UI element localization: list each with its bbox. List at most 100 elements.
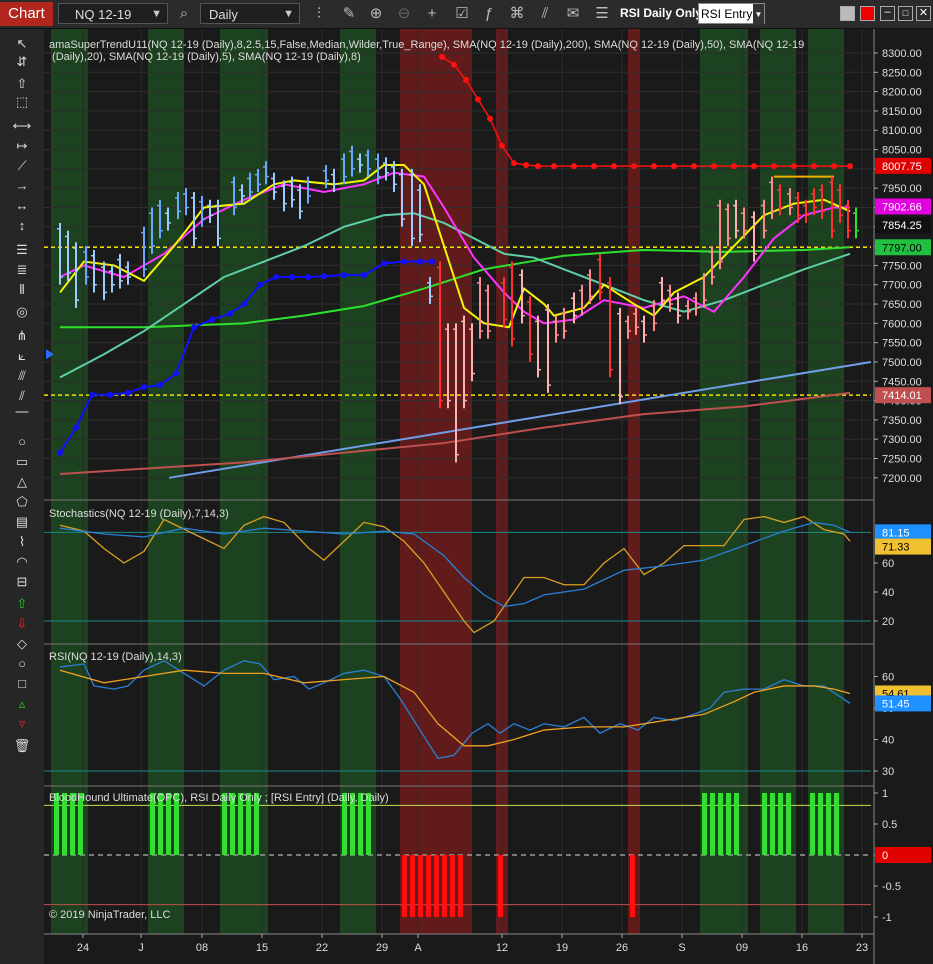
properties-icon[interactable]: ☑ — [450, 3, 474, 24]
template-icon[interactable]: ✉ — [561, 3, 585, 24]
bh-short-bar — [410, 855, 415, 917]
time-tick-label: 23 — [856, 942, 868, 954]
dot-icon[interactable]: ○ — [12, 655, 32, 673]
bh-long-bar — [778, 793, 783, 855]
fib-time-icon[interactable]: ⦀ — [12, 281, 32, 299]
maximize-icon[interactable]: □ — [898, 6, 913, 21]
square-icon[interactable]: □ — [12, 675, 32, 693]
risk-reward-icon[interactable]: ▤ — [12, 513, 32, 531]
price-tick-label: 8300.00 — [882, 48, 922, 60]
ray-icon[interactable]: ↦ — [12, 137, 32, 155]
bh-short-bar — [442, 855, 447, 917]
price-badge-text: 7854.25 — [882, 220, 922, 232]
triangle-up-icon[interactable]: ▵ — [12, 695, 32, 713]
time-tick-label: S — [678, 942, 685, 954]
chevron-down-icon[interactable]: ▼ — [151, 4, 162, 25]
bh-tick-label: 1 — [882, 788, 888, 800]
ellipse-icon[interactable]: ○ — [12, 433, 32, 451]
trend-line-icon[interactable]: ⟋ — [12, 157, 32, 175]
window-red-icon[interactable] — [860, 6, 875, 21]
zoom-in-icon[interactable]: ⊕ — [364, 3, 388, 24]
analyzer-icon[interactable]: ⫽ — [533, 3, 557, 24]
price-badge-text: 7414.01 — [882, 390, 922, 402]
triangle-icon[interactable]: △ — [12, 473, 32, 491]
time-tick-label: 12 — [496, 942, 508, 954]
minimize-icon[interactable]: – — [880, 6, 895, 21]
chevron-down-icon[interactable]: ▼ — [283, 4, 294, 25]
stoch-badge-text: 71.33 — [882, 542, 910, 554]
select-icon[interactable]: ⇧ — [12, 75, 32, 93]
fib-retracement-icon[interactable]: ☰ — [12, 241, 32, 259]
drawing-tools-sidebar: ↖ ⇵ ⇧ ⬚ ⟷ ↦ ⟋ → ↔ ↕ ☰ ≣ ⦀ ◎ ⋔ ⟀ ⫻ ⫽ ⎺ ○ … — [0, 29, 44, 964]
window-grey-icon[interactable] — [840, 6, 855, 21]
strategy-selector[interactable]: RSI Entry ▼ — [698, 3, 765, 25]
price-tick-label: 7700.00 — [882, 280, 922, 292]
andrews-pitchfork-icon[interactable]: ⋔ — [12, 327, 32, 345]
instrument-value: NQ 12-19 — [75, 7, 132, 22]
polygon-icon[interactable]: ⬠ — [12, 493, 32, 511]
time-tick-label: J — [138, 942, 144, 954]
bar-type-icon[interactable]: ⫶ — [307, 3, 331, 24]
time-tick-label: 19 — [556, 942, 568, 954]
list-icon[interactable]: ☰ — [590, 3, 614, 24]
time-tick-label: 16 — [796, 942, 808, 954]
bh-long-bar — [786, 793, 791, 855]
crosshair-icon[interactable]: + — [420, 3, 444, 24]
rsi-panel-title: RSI(NQ 12-19 (Daily),14,3) — [49, 651, 182, 663]
extended-line-icon[interactable]: ↔ — [12, 197, 32, 215]
arrow-down-icon[interactable]: ⇩ — [12, 615, 32, 633]
close-icon[interactable]: ✕ — [916, 6, 931, 21]
time-tick-label: 22 — [316, 942, 328, 954]
chart-toolbar: Chart NQ 12-19 ▼ ⌕ Daily ▼ ⫶ ✎ ⊕ ⊖ + ☑ ƒ… — [0, 0, 933, 29]
price-tick-label: 7950.00 — [882, 183, 922, 195]
chart-tab[interactable]: Chart — [0, 2, 53, 26]
channel-icon[interactable]: ⫽ — [12, 387, 32, 405]
drag-icon[interactable]: ⇵ — [12, 53, 32, 71]
arrow-line-icon[interactable]: → — [12, 177, 32, 195]
bh-short-bar — [426, 855, 431, 917]
interval-selector[interactable]: Daily ▼ — [200, 3, 300, 24]
time-tick-label: 26 — [616, 942, 628, 954]
price-badge-text: 8007.75 — [882, 161, 922, 173]
price-badge-text: 7902.66 — [882, 201, 922, 213]
trash-icon[interactable]: 🗑 — [12, 737, 32, 755]
arc-icon[interactable]: ◠ — [12, 553, 32, 571]
indicators-icon[interactable]: ƒ — [477, 3, 501, 24]
stoch-tick-label: 20 — [882, 616, 894, 628]
strategy-label: RSI Daily Only — [620, 6, 703, 20]
gann-fan-icon[interactable]: ⟀ — [12, 347, 32, 365]
chevron-down-icon[interactable]: ▼ — [753, 4, 764, 25]
box-select-icon[interactable]: ⬚ — [12, 93, 32, 111]
bh-badge-text: 0 — [882, 850, 888, 862]
diamond-icon[interactable]: ◇ — [12, 635, 32, 653]
price-tick-label: 7300.00 — [882, 434, 922, 446]
fib-circle-icon[interactable]: ◎ — [12, 303, 32, 321]
rsi-tick-label: 60 — [882, 672, 894, 684]
chart-area[interactable]: 8300.00 8250.00 8200.00 8150.00 8100.00 8050.… — [44, 29, 933, 964]
zoom-out-icon[interactable]: ⊖ — [392, 3, 416, 24]
instrument-selector[interactable]: NQ 12-19 ▼ — [58, 3, 168, 24]
strategies-icon[interactable]: ⌘ — [505, 3, 529, 24]
strategy-value: RSI Entry — [701, 7, 753, 21]
regression-icon[interactable]: ⫻ — [12, 367, 32, 385]
cursor-icon[interactable]: ↖ — [12, 35, 32, 53]
search-icon[interactable]: ⌕ — [172, 3, 196, 24]
rectangle-icon[interactable]: ▭ — [12, 453, 32, 471]
pencil-icon[interactable]: ✎ — [337, 3, 361, 24]
bh-short-bar — [418, 855, 423, 917]
vertical-line-icon[interactable]: ↕ — [12, 217, 32, 235]
triangle-down-icon[interactable]: ▿ — [12, 715, 32, 733]
line-icon[interactable]: ⟷ — [12, 117, 32, 135]
price-tick-label: 7750.00 — [882, 260, 922, 272]
text-icon[interactable]: ⊟ — [12, 573, 32, 591]
stoch-badge-text: 81.15 — [882, 527, 910, 539]
bh-long-bar — [718, 793, 723, 855]
copyright-text: © 2019 NinjaTrader, LLC — [49, 909, 170, 921]
price-tick-label: 7500.00 — [882, 357, 922, 369]
region-icon[interactable]: ⎺ — [12, 409, 32, 427]
ruler-icon[interactable]: ⌇ — [12, 533, 32, 551]
bh-long-bar — [818, 793, 823, 855]
arrow-up-icon[interactable]: ⇧ — [12, 595, 32, 613]
rsi-tick-label: 40 — [882, 735, 894, 747]
fib-extension-icon[interactable]: ≣ — [12, 261, 32, 279]
